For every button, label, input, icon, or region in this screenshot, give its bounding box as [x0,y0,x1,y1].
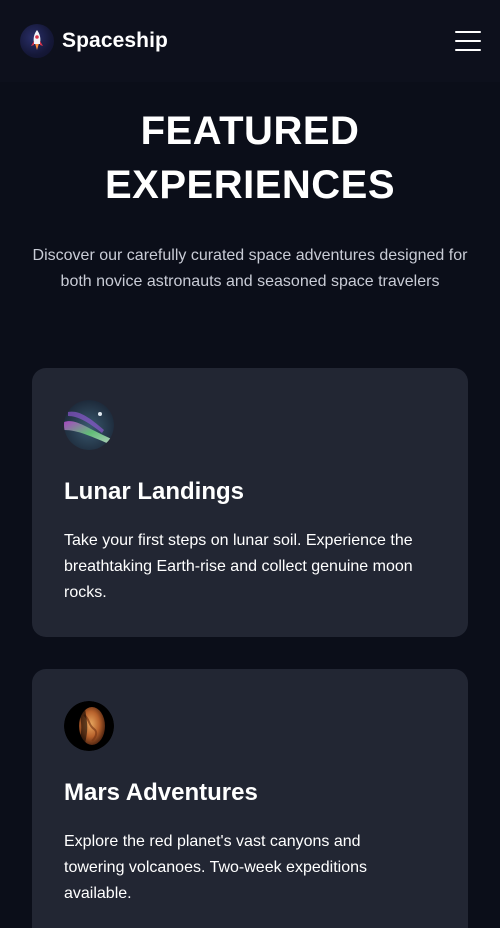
page-title-line-1: FEATURED [140,109,360,153]
menu-line [455,40,481,42]
page-title-line-2: EXPERIENCES [104,163,396,207]
card-description: Take your first steps on lunar soil. Exp… [64,532,413,601]
card-title: Lunar Landings [64,478,244,505]
menu-line [455,31,481,33]
page-title: FEATURED EXPERIENCES [0,104,500,212]
page-subtitle: Discover our carefully curated space adv… [32,247,468,290]
aurora-earth-icon [64,400,114,450]
menu-line [455,49,481,51]
brand[interactable]: Spaceship [20,24,168,58]
mars-planet-icon [64,701,114,751]
rocket-icon [20,24,54,58]
site-header: Spaceship [0,0,500,82]
experience-card-lunar-landings[interactable]: Lunar Landings Take your first steps on … [32,368,468,637]
card-description: Explore the red planet's vast canyons an… [64,833,367,902]
experience-card-mars-adventures[interactable]: Mars Adventures Explore the red planet's… [32,669,468,928]
page: Spaceship FEATURED EXPERIENCES Discover … [0,0,500,928]
card-title: Mars Adventures [64,779,258,806]
brand-name: Spaceship [62,29,168,52]
hamburger-menu-icon[interactable] [455,31,481,51]
